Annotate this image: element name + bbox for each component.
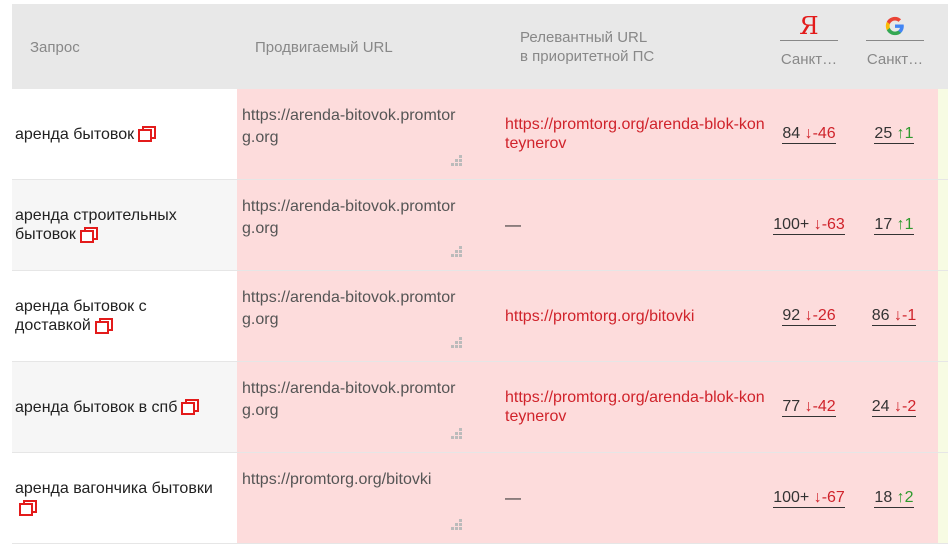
- yandex-position-value: 84: [782, 124, 801, 142]
- yandex-logo-icon: Я: [780, 12, 838, 41]
- yandex-trend-arrow-icon: ↓: [813, 215, 822, 233]
- resize-grip-icon[interactable]: [450, 519, 462, 531]
- google-position-value: 25: [874, 124, 893, 142]
- yandex-position[interactable]: 92 ↓-26: [760, 271, 858, 361]
- google-trend-arrow-icon: ↓: [894, 397, 902, 415]
- query-text: аренда бытовок с доставкой: [15, 298, 147, 334]
- table-row: аренда бытовок https://arenda-bitovok.pr…: [12, 89, 948, 180]
- table-row: аренда вагончика бытовки https://promtor…: [12, 453, 948, 544]
- yandex-position-value: 77: [782, 397, 801, 415]
- open-external-icon[interactable]: [138, 126, 157, 143]
- google-position-value: 24: [871, 397, 890, 415]
- resize-grip-icon[interactable]: [450, 428, 462, 440]
- row-edge-stripe: [938, 271, 948, 361]
- yandex-position-delta: -67: [821, 488, 845, 506]
- promoted-url[interactable]: https://arenda-bitovok.promtorg.org: [242, 287, 467, 331]
- query-cell: аренда бытовок с доставкой: [15, 271, 215, 361]
- table-row: аренда бытовок в спб https://arenda-bito…: [12, 362, 948, 453]
- relevant-url: —: [505, 489, 521, 507]
- yandex-position-delta: -26: [812, 306, 836, 324]
- row-edge-stripe: [938, 453, 948, 543]
- relevant-url[interactable]: https://promtorg.org/bitovki: [505, 271, 765, 361]
- query-cell: аренда вагончика бытовки: [15, 453, 215, 543]
- google-position-value: 18: [874, 488, 893, 506]
- promoted-url[interactable]: https://arenda-bitovok.promtorg.org: [242, 378, 467, 422]
- column-header-promoted-url[interactable]: Продвигаемый URL: [255, 38, 393, 57]
- google-position[interactable]: 18 ↑2: [860, 453, 928, 543]
- row-edge-stripe: [938, 180, 948, 270]
- column-header-relevant-url[interactable]: Релевантный URL в приоритетной ПС: [520, 28, 654, 66]
- relevant-url: —: [505, 216, 521, 234]
- column-header-google[interactable]: Санкт…: [866, 12, 924, 68]
- yandex-position-delta: -46: [812, 124, 836, 142]
- relevant-url[interactable]: https://promtorg.org/arenda-blok-konteyn…: [505, 89, 765, 179]
- yandex-position-delta: -42: [812, 397, 836, 415]
- relevant-url-header-line1: Релевантный URL: [520, 29, 648, 46]
- row-edge-stripe: [938, 362, 948, 452]
- google-position-delta: 1: [904, 215, 914, 233]
- column-header-yandex[interactable]: Я Санкт…: [780, 12, 838, 68]
- google-position-value: 86: [871, 306, 890, 324]
- query-text: аренда бытовок в спб: [15, 398, 178, 416]
- table-row: аренда строительных бытовок https://aren…: [12, 180, 948, 271]
- yandex-position[interactable]: 100+ ↓-67: [760, 453, 858, 543]
- table-header: Запрос Продвигаемый URL Релевантный URL …: [12, 4, 948, 89]
- yandex-position-delta: -63: [821, 215, 845, 233]
- table-row: аренда бытовок с доставкой https://arend…: [12, 271, 948, 362]
- relevant-url[interactable]: https://promtorg.org/arenda-blok-konteyn…: [505, 362, 765, 452]
- google-trend-arrow-icon: ↑: [896, 124, 905, 142]
- yandex-trend-arrow-icon: ↓: [804, 397, 813, 415]
- row-edge-stripe: [938, 89, 948, 179]
- open-external-icon[interactable]: [19, 499, 37, 516]
- google-position-value: 17: [874, 215, 893, 233]
- open-external-icon[interactable]: [181, 399, 200, 416]
- google-trend-arrow-icon: ↑: [896, 488, 905, 506]
- google-position-delta: -1: [902, 306, 917, 324]
- google-trend-arrow-icon: ↑: [896, 215, 905, 233]
- yandex-position[interactable]: 100+ ↓-63: [760, 180, 858, 270]
- promoted-url[interactable]: https://arenda-bitovok.promtorg.org: [242, 196, 467, 240]
- promoted-url[interactable]: https://arenda-bitovok.promtorg.org: [242, 105, 467, 149]
- google-position[interactable]: 17 ↑1: [860, 180, 928, 270]
- resize-grip-icon[interactable]: [450, 246, 462, 258]
- yandex-position-value: 100+: [773, 488, 810, 506]
- yandex-position-value: 100+: [773, 215, 810, 233]
- resize-grip-icon[interactable]: [450, 155, 462, 167]
- google-position[interactable]: 86 ↓-1: [860, 271, 928, 361]
- google-position-delta: 2: [904, 488, 914, 506]
- google-trend-arrow-icon: ↓: [894, 306, 902, 324]
- yandex-region: Санкт…: [780, 51, 838, 68]
- google-position[interactable]: 24 ↓-2: [860, 362, 928, 452]
- yandex-position-value: 92: [782, 306, 801, 324]
- resize-grip-icon[interactable]: [450, 337, 462, 349]
- google-position-delta: -2: [902, 397, 917, 415]
- query-cell: аренда бытовок: [15, 89, 215, 179]
- query-cell: аренда бытовок в спб: [15, 362, 215, 452]
- open-external-icon[interactable]: [94, 317, 113, 334]
- query-cell: аренда строительных бытовок: [15, 180, 215, 270]
- column-header-query[interactable]: Запрос: [30, 38, 80, 57]
- yandex-position[interactable]: 77 ↓-42: [760, 362, 858, 452]
- query-text: аренда бытовок: [15, 125, 135, 143]
- google-position[interactable]: 25 ↑1: [860, 89, 928, 179]
- positions-table: Запрос Продвигаемый URL Релевантный URL …: [12, 4, 948, 544]
- relevant-url-header-line2: в приоритетной ПС: [520, 48, 655, 65]
- yandex-trend-arrow-icon: ↓: [813, 488, 822, 506]
- google-position-delta: 1: [904, 124, 914, 142]
- yandex-trend-arrow-icon: ↓: [804, 306, 813, 324]
- yandex-logo-letter: Я: [799, 12, 819, 40]
- query-text: аренда вагончика бытовки: [15, 480, 213, 497]
- google-logo-icon: [866, 12, 924, 41]
- promoted-url[interactable]: https://promtorg.org/bitovki: [242, 469, 467, 491]
- google-region: Санкт…: [866, 51, 924, 68]
- yandex-position[interactable]: 84 ↓-46: [760, 89, 858, 179]
- yandex-trend-arrow-icon: ↓: [804, 124, 813, 142]
- open-external-icon[interactable]: [79, 226, 98, 243]
